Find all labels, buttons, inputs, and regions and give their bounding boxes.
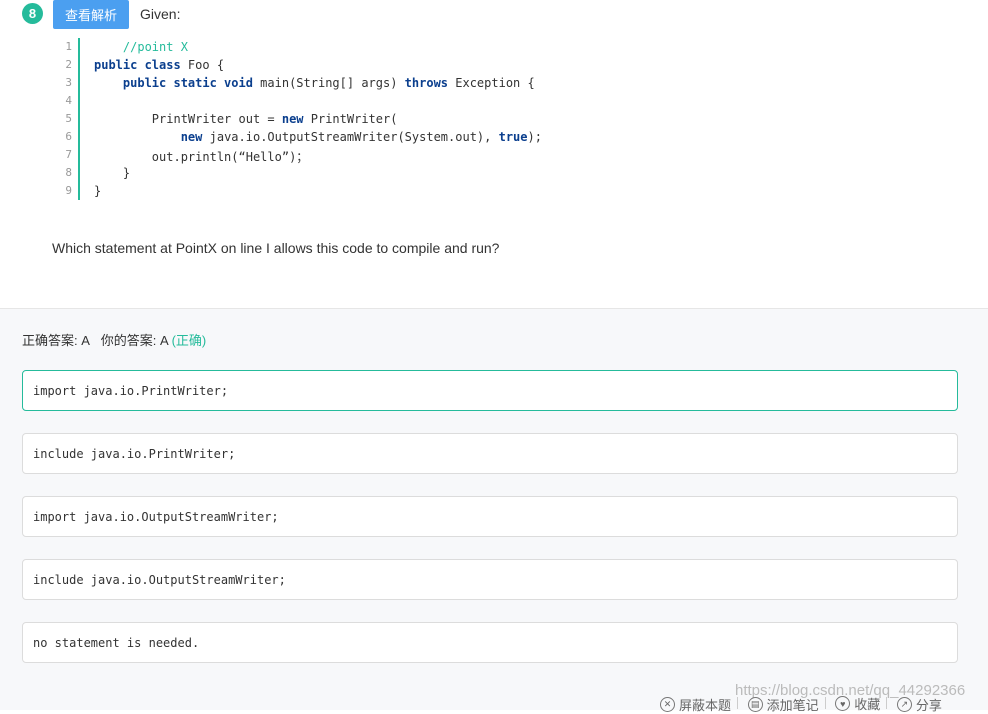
answer-summary: 正确答案: A 你的答案: A (正确) <box>22 330 206 349</box>
question-area: 8 查看解析 Given: 1 2 3 4 5 6 7 8 9 //point X public … <box>0 0 988 308</box>
option-c[interactable]: import java.io.OutputStreamWriter; <box>22 496 958 537</box>
code-token: PrintWriter out = <box>94 112 282 126</box>
code-line: out.println(“Hello”)； <box>94 148 309 165</box>
add-note-button[interactable]: ▤ 添加笔记 <box>747 695 819 714</box>
line-number: 4 <box>65 94 72 107</box>
action-bar: ✕ 屏蔽本题 ▤ 添加笔记 ♥ 收藏 ↗ 分享 <box>660 694 948 714</box>
line-number: 5 <box>65 112 72 125</box>
code-block: 1 2 3 4 5 6 7 8 9 //point X public class Foo { pu… <box>56 38 576 200</box>
line-number: 6 <box>65 130 72 143</box>
code-token: Exception { <box>448 76 535 90</box>
your-answer: 你的答案: A <box>100 333 168 348</box>
option-d[interactable]: include java.io.OutputStreamWriter; <box>22 559 958 600</box>
option-b[interactable]: include java.io.PrintWriter; <box>22 433 958 474</box>
question-number-badge: 8 <box>22 3 43 24</box>
code-line: public class Foo { <box>94 58 224 72</box>
line-number: 8 <box>65 166 72 179</box>
code-token: java.io.OutputStreamWriter(System.out), <box>202 130 499 144</box>
question-prompt: Which statement at PointX on line I allo… <box>52 240 500 256</box>
correct-answer: 正确答案: A <box>22 333 90 348</box>
code-line: new java.io.OutputStreamWriter(System.ou… <box>94 130 542 144</box>
code-token: PrintWriter( <box>303 112 398 126</box>
favorite-button[interactable]: ♥ 收藏 <box>835 694 880 713</box>
code-token: true <box>498 130 528 144</box>
code-gutter: 1 2 3 4 5 6 7 8 9 <box>56 38 80 200</box>
code-line: } <box>94 184 101 198</box>
code-token: ); <box>527 130 542 144</box>
code-line: public static void main(String[] args) t… <box>94 76 535 90</box>
code-token: } <box>94 166 131 180</box>
code-line: PrintWriter out = new PrintWriter( <box>94 112 398 126</box>
code-token: out.println(“Hello”)； <box>94 150 309 164</box>
line-number: 1 <box>65 40 72 53</box>
line-number: 3 <box>65 76 72 89</box>
code-token: } <box>94 184 102 198</box>
code-token: //point X <box>122 40 188 54</box>
code-token: public class <box>94 58 181 72</box>
option-a[interactable]: import java.io.PrintWriter; <box>22 370 958 411</box>
code-token: Foo { <box>180 58 225 72</box>
block-question-button[interactable]: ✕ 屏蔽本题 <box>660 695 731 714</box>
share-icon: ↗ <box>896 696 912 712</box>
answer-status: (正确) <box>171 333 207 348</box>
code-token: public static void <box>122 76 253 90</box>
line-number: 2 <box>65 58 72 71</box>
line-number: 7 <box>65 148 72 161</box>
code-token: main(String[] args) <box>252 76 405 90</box>
note-icon: ▤ <box>747 696 763 712</box>
question-intro: Given: <box>140 6 181 22</box>
option-e[interactable]: no statement is needed. <box>22 622 958 663</box>
share-button[interactable]: ↗ 分享 <box>896 695 942 714</box>
code-line: } <box>94 166 130 180</box>
view-analysis-button[interactable]: 查看解析 <box>53 0 129 29</box>
line-number: 9 <box>65 184 72 197</box>
code-token: throws <box>404 76 449 90</box>
code-token: new <box>180 130 203 144</box>
close-circle-icon: ✕ <box>660 696 675 712</box>
code-line: //point X <box>94 40 188 54</box>
code-token: new <box>281 112 304 126</box>
